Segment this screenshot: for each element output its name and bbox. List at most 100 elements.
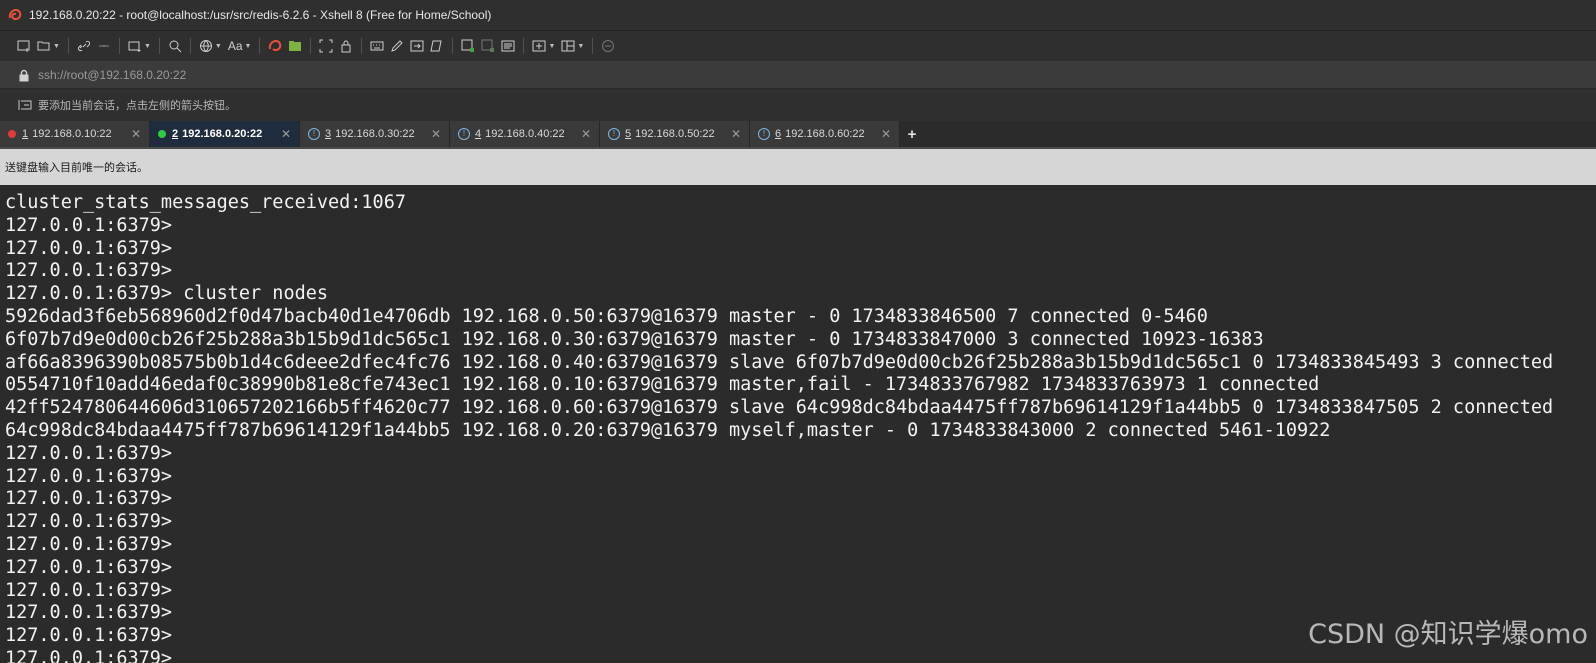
terminal-line: 127.0.0.1:6379> (5, 511, 173, 533)
terminal-output[interactable]: cluster_stats_messages_received:1067 127… (0, 188, 1596, 663)
transfer-disabled-icon[interactable] (478, 35, 498, 57)
terminal-line: 42ff524780644606d310657202166b5ff4620c77… (5, 397, 1554, 419)
search-icon[interactable] (165, 35, 185, 57)
xshell-logo-icon (8, 8, 22, 22)
tab-label: 192.168.0.10:22 (32, 128, 112, 140)
tab-number: 1 (22, 128, 29, 140)
open-folder-icon[interactable]: ▼ (34, 35, 63, 57)
terminal-line: 127.0.0.1:6379> (5, 647, 173, 663)
terminal-line: 127.0.0.1:6379> (5, 556, 173, 578)
add-tab-button[interactable]: + (900, 121, 924, 147)
terminal-line: 127.0.0.1:6379> (5, 602, 173, 624)
tab-session-1[interactable]: 1 192.168.0.10:22 ✕ (0, 121, 150, 147)
terminal-line: 127.0.0.1:6379> (5, 579, 173, 601)
tab-session-2[interactable]: 2 192.168.0.20:22 ✕ (150, 121, 300, 147)
terminal-text[interactable]: cluster_stats_messages_received:1067 127… (0, 188, 1596, 663)
send-keys-bar: 送键盘输入目前唯一的会话。 (0, 149, 1596, 185)
xshell-red-icon[interactable] (265, 35, 285, 57)
xftp-green-icon[interactable] (285, 35, 305, 57)
close-icon[interactable]: ✕ (431, 127, 441, 141)
fullscreen-icon[interactable] (316, 35, 336, 57)
layout-icon[interactable]: ▼ (558, 35, 587, 57)
title-bar: 192.168.0.20:22 - root@localhost:/usr/sr… (0, 0, 1596, 31)
new-session-icon[interactable] (14, 35, 34, 57)
tab-label: 192.168.0.50:22 (635, 128, 715, 140)
toolbar-divider (189, 38, 191, 54)
terminal-line: 64c998dc84bdaa4475ff787b69614129f1a44bb5… (5, 419, 1331, 441)
toolbar-divider (259, 38, 261, 54)
terminal-line: 6f07b7d9e0d00cb26f25b288a3b15b9d1dc565c1… (5, 328, 1264, 350)
close-icon[interactable]: ✕ (581, 127, 591, 141)
toolbar-divider (158, 38, 160, 54)
lock-icon (18, 69, 30, 82)
globe-icon[interactable]: ▼ (196, 35, 225, 57)
tab-label: 192.168.0.20:22 (182, 128, 263, 140)
tab-session-6[interactable]: ! 6 192.168.0.60:22 ✕ (750, 121, 900, 147)
connected-status-icon (158, 130, 166, 138)
toolbar-divider (523, 38, 525, 54)
terminal-line: 127.0.0.1:6379> (5, 625, 173, 647)
font-icon[interactable]: Aa ▼ (225, 35, 255, 57)
keyboard-icon[interactable] (367, 35, 387, 57)
warning-icon: ! (308, 128, 320, 140)
terminal-line: 127.0.0.1:6379> (5, 488, 173, 510)
session-hint-bar: 要添加当前会话，点击左侧的箭头按钮。 (0, 89, 1596, 121)
close-icon[interactable]: ✕ (281, 127, 291, 141)
tab-number: 6 (775, 128, 782, 140)
transfer-green-icon[interactable] (458, 35, 478, 57)
xshell-window: 192.168.0.20:22 - root@localhost:/usr/sr… (0, 0, 1596, 663)
pencil-icon[interactable] (387, 35, 407, 57)
tab-session-5[interactable]: ! 5 192.168.0.50:22 ✕ (600, 121, 750, 147)
tab-label: 192.168.0.30:22 (335, 128, 415, 140)
chat-icon[interactable] (598, 35, 618, 57)
terminal-line: cluster_stats_messages_received:1067 (5, 192, 406, 213)
disconnect-link-icon[interactable] (94, 35, 114, 57)
close-icon[interactable]: ✕ (731, 127, 741, 141)
address-bar[interactable]: ssh://root@192.168.0.20:22 (0, 62, 1596, 89)
toolbar-divider (310, 38, 312, 54)
tab-number: 3 (325, 128, 332, 140)
warning-icon: ! (608, 128, 620, 140)
add-session-arrow-icon[interactable] (18, 99, 32, 111)
terminal-line: af66a8396390b08575b0b1d4c6deee2dfec4fc76… (5, 351, 1554, 373)
toolbar-divider (361, 38, 363, 54)
terminal-line: 127.0.0.1:6379> (5, 442, 173, 464)
tab-number: 2 (172, 128, 179, 140)
terminal-line: 5926dad3f6eb568960d2f0d47bacb40d1e4706db… (5, 305, 1208, 327)
send-keys-text: 送键盘输入目前唯一的会话。 (5, 162, 148, 174)
hint-text: 要添加当前会话，点击左侧的箭头按钮。 (38, 100, 236, 112)
tab-label: 192.168.0.40:22 (485, 128, 565, 140)
terminal-line: 127.0.0.1:6379> (5, 260, 173, 282)
terminal-line: 127.0.0.1:6379> (5, 237, 173, 259)
tab-session-3[interactable]: ! 3 192.168.0.30:22 ✕ (300, 121, 450, 147)
toolbar-divider (592, 38, 594, 54)
address-text[interactable]: ssh://root@192.168.0.20:22 (38, 68, 186, 82)
log-icon[interactable] (498, 35, 518, 57)
close-icon[interactable]: ✕ (881, 127, 891, 141)
close-icon[interactable]: ✕ (131, 127, 141, 141)
tab-session-4[interactable]: ! 4 192.168.0.40:22 ✕ (450, 121, 600, 147)
toolbar-divider (452, 38, 454, 54)
disconnected-status-icon (8, 130, 16, 138)
tab-number: 5 (625, 128, 632, 140)
tab-number: 4 (475, 128, 482, 140)
terminal-line: 127.0.0.1:6379> cluster nodes (5, 283, 329, 305)
terminal-line: 127.0.0.1:6379> (5, 533, 173, 555)
window-title: 192.168.0.20:22 - root@localhost:/usr/sr… (29, 8, 492, 22)
lock-icon[interactable] (336, 35, 356, 57)
toolbar-divider (67, 38, 69, 54)
new-tab-icon[interactable]: ▼ (125, 35, 154, 57)
toolbar: ▼ ▼ ▼ Aa ▼ ▼ ▼ (0, 31, 1596, 62)
add-window-icon[interactable]: ▼ (529, 35, 558, 57)
terminal-line: 127.0.0.1:6379> (5, 214, 173, 236)
script-icon[interactable] (427, 35, 447, 57)
terminal-line: 0554710f10add46edaf0c38990b81e8cfe743ec1… (5, 374, 1320, 396)
warning-icon: ! (458, 128, 470, 140)
tab-label: 192.168.0.60:22 (785, 128, 865, 140)
toolbar-divider (118, 38, 120, 54)
connect-link-icon[interactable] (74, 35, 94, 57)
warning-icon: ! (758, 128, 770, 140)
csdn-watermark: CSDN @知识学爆omo (1308, 619, 1588, 650)
session-tab-bar: 1 192.168.0.10:22 ✕ 2 192.168.0.20:22 ✕ … (0, 121, 1596, 149)
send-arrow-icon[interactable] (407, 35, 427, 57)
